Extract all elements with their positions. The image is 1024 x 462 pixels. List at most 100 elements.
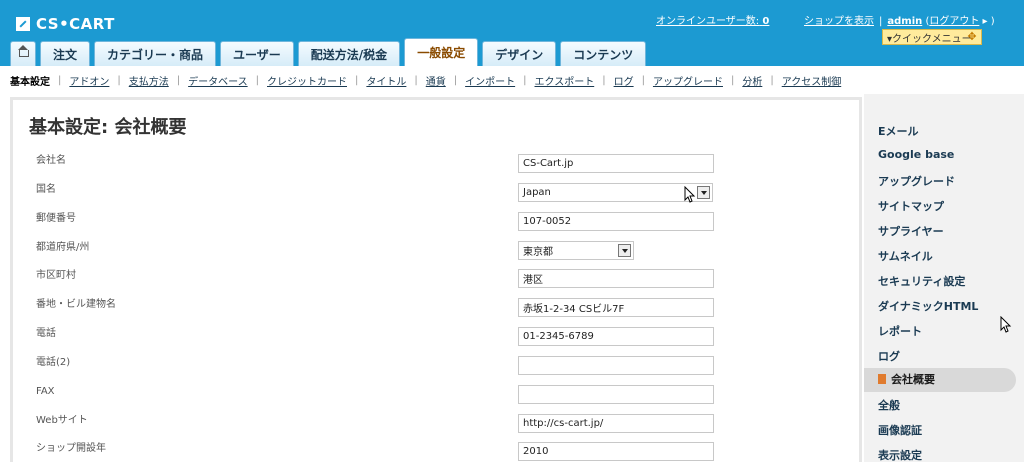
form-row-postal-code: 郵便番号 — [13, 212, 859, 240]
country-select-value: Japan — [523, 187, 551, 198]
sidebar-item-sitemap[interactable]: サイトマップ — [878, 198, 944, 214]
tab-orders[interactable]: 注文 — [40, 41, 91, 66]
form-row-phone: 電話 — [13, 327, 859, 355]
document-icon — [878, 374, 886, 384]
subnav-access-control[interactable]: アクセス制御 — [782, 73, 842, 88]
online-users-count: 0 — [762, 16, 770, 27]
subnav-titles[interactable]: タイトル — [366, 73, 406, 88]
website-input[interactable] — [518, 414, 714, 433]
chevron-down-icon[interactable] — [697, 186, 710, 199]
subnav-separator: | — [453, 74, 458, 86]
sidebar-item-suppliers[interactable]: サプライヤー — [878, 223, 944, 239]
subnav-currencies[interactable]: 通貨 — [426, 73, 446, 88]
logout-paren-close: ) — [990, 16, 995, 27]
field-label: FAX — [36, 386, 55, 397]
subnav-separator: | — [117, 74, 121, 86]
subnav-separator: | — [414, 74, 418, 86]
established-year-input[interactable] — [518, 442, 714, 461]
tab-home[interactable] — [10, 41, 36, 66]
logout-link[interactable]: ログアウト — [929, 16, 979, 27]
subnav-upgrade[interactable]: アップグレード — [653, 73, 723, 88]
sidebar-item-appearance[interactable]: 表示設定 — [878, 447, 922, 462]
sidebar-item-thumbnails[interactable]: サムネイル — [878, 248, 933, 264]
cs-cart-logo[interactable]: CS•CART — [16, 14, 115, 34]
tab-settings[interactable]: 一般設定 — [404, 38, 479, 66]
subnav-separator: | — [770, 74, 774, 86]
subnav-separator: | — [355, 74, 359, 86]
admin-user-link[interactable]: admin — [887, 16, 922, 27]
online-users-link[interactable]: オンラインユーザー数: 0 — [656, 16, 769, 27]
address-input[interactable] — [518, 298, 714, 317]
phone-input[interactable] — [518, 327, 714, 346]
form-row-website: Webサイト — [13, 414, 859, 442]
main-tabs: 注文 カテゴリー・商品 ユーザー 配送方法/税金 一般設定 デザイン コンテンツ — [10, 38, 650, 66]
state-select-value: 東京都 — [523, 247, 553, 258]
subnav-credit-cards[interactable]: クレジットカード — [267, 73, 347, 88]
sub-navigation: 基本設定 | アドオン | 支払方法 | データベース | クレジットカード | タイトル… — [0, 66, 1024, 94]
subnav-separator: | — [730, 74, 735, 86]
sidebar-item-dynamic-html[interactable]: ダイナミックHTML — [878, 298, 978, 314]
form-row-city: 市区町村 — [13, 269, 859, 297]
account-links: ショップを表示 | admin (ログアウト ▸ ) — [804, 12, 995, 27]
sidebar-item-upgrade[interactable]: アップグレード — [878, 173, 955, 189]
sidebar-item-google-base[interactable]: Google base — [878, 148, 954, 161]
field-label: ショップ開設年 — [36, 443, 106, 454]
logo-mark-icon — [16, 17, 30, 31]
subnav-database[interactable]: データベース — [188, 73, 248, 88]
subnav-separator: | — [602, 74, 606, 86]
state-select[interactable]: 東京都 — [518, 241, 634, 260]
sidebar-item-email[interactable]: Eメール — [878, 123, 919, 139]
subnav-addons[interactable]: アドオン — [69, 73, 109, 88]
subnav-logs[interactable]: ログ — [614, 73, 634, 88]
quick-menu-label: ▾クイックメニュー — [887, 33, 972, 45]
mouse-cursor-icon — [1000, 316, 1012, 333]
subnav-payment-methods[interactable]: 支払方法 — [129, 73, 169, 88]
chevron-down-icon[interactable] — [618, 244, 631, 257]
subnav-separator: | — [523, 74, 527, 86]
form-row-state: 都道府県/州 東京都 — [13, 241, 859, 269]
logo-text: CS•CART — [36, 15, 115, 33]
field-label: Webサイト — [36, 415, 88, 426]
subnav-separator: | — [176, 74, 181, 86]
subnav-separator: | — [255, 74, 259, 86]
sidebar-item-company[interactable]: 会社概要 — [864, 368, 1016, 392]
tab-content[interactable]: コンテンツ — [560, 41, 647, 66]
logout-arrow-icon: ▸ — [979, 16, 991, 27]
field-label: 都道府県/州 — [36, 242, 90, 253]
tab-catalog[interactable]: カテゴリー・商品 — [94, 41, 217, 66]
form-row-country: 国名 Japan — [13, 183, 859, 211]
field-label: 国名 — [36, 184, 56, 195]
subnav-general[interactable]: 基本設定 — [10, 73, 50, 88]
subnav-export[interactable]: エクスポート — [535, 73, 595, 88]
subnav-import[interactable]: インポート — [465, 73, 515, 88]
subnav-separator: | — [641, 74, 645, 86]
sidebar-item-security[interactable]: セキュリティ設定 — [878, 273, 965, 289]
settings-panel: 基本設定: 会社概要 会社名 国名 Japan 郵便番号 都道府県/州 東京都 … — [10, 97, 862, 462]
subnav-analytics[interactable]: 分析 — [742, 73, 762, 88]
company-name-input[interactable] — [518, 154, 714, 173]
move-icon[interactable]: ✥ — [966, 31, 978, 43]
form-row-company-name: 会社名 — [13, 154, 859, 182]
tab-shipping-taxes[interactable]: 配送方法/税金 — [297, 41, 401, 66]
sidebar-item-captcha[interactable]: 画像認証 — [878, 422, 922, 438]
city-input[interactable] — [518, 269, 714, 288]
postal-code-input[interactable] — [518, 212, 714, 231]
sidebar-item-logs[interactable]: ログ — [878, 348, 900, 364]
quick-menu-button[interactable]: ▾クイックメニュー ✥ — [882, 29, 982, 45]
tab-users[interactable]: ユーザー — [220, 41, 294, 66]
fax-input[interactable] — [518, 385, 714, 404]
field-label: 会社名 — [36, 155, 66, 166]
form-row-address: 番地・ビル建物名 — [13, 298, 859, 326]
form-row-phone-2: 電話(2) — [13, 356, 859, 384]
phone-2-input[interactable] — [518, 356, 714, 375]
form-row-established-year: ショップ開設年 — [13, 442, 859, 462]
subnav-separator: | — [58, 74, 62, 86]
mouse-cursor-icon — [684, 186, 696, 203]
view-shop-link[interactable]: ショップを表示 — [804, 16, 874, 27]
field-label: 番地・ビル建物名 — [36, 299, 116, 310]
sidebar-item-reports[interactable]: レポート — [878, 323, 922, 339]
tab-design[interactable]: デザイン — [482, 41, 557, 66]
online-users: オンラインユーザー数: 0 — [656, 12, 769, 27]
sidebar-item-general[interactable]: 全般 — [878, 397, 900, 413]
field-label: 郵便番号 — [36, 213, 76, 224]
